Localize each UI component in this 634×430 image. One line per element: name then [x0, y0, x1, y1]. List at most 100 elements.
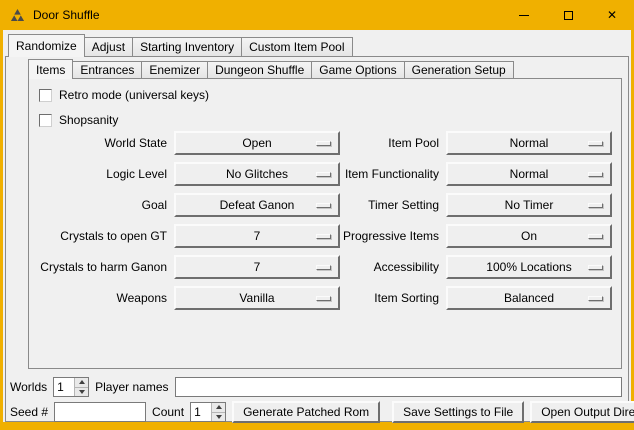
open-output-button[interactable]: Open Output Directory: [530, 401, 634, 423]
dropdown-indicator-icon: [588, 203, 603, 208]
weapons-dropdown[interactable]: Vanilla: [174, 286, 340, 310]
client-area: Randomize Adjust Starting Inventory Cust…: [3, 30, 631, 422]
dropdown-value: Defeat Ganon: [220, 198, 295, 212]
shopsanity-label: Shopsanity: [59, 113, 118, 127]
items-tab-panel: Retro mode (universal keys) Shopsanity W…: [28, 78, 622, 369]
dropdown-value: Normal: [510, 167, 549, 181]
tab-game-options[interactable]: Game Options: [311, 61, 404, 78]
timer-setting-dropdown[interactable]: No Timer: [446, 193, 612, 217]
spin-down-icon: [216, 415, 222, 419]
worlds-spin-input[interactable]: [54, 378, 74, 396]
world-state-label: World State: [29, 131, 167, 155]
worlds-spinbox[interactable]: [53, 377, 89, 397]
dropdown-indicator-icon: [588, 234, 603, 239]
retro-mode-checkbox[interactable]: Retro mode (universal keys): [39, 87, 209, 103]
titlebar: Door Shuffle ✕: [0, 0, 634, 30]
shopsanity-checkbox[interactable]: Shopsanity: [39, 112, 118, 128]
outer-tab-bar: Randomize Adjust Starting Inventory Cust…: [8, 34, 353, 56]
retro-mode-label: Retro mode (universal keys): [59, 88, 209, 102]
checkbox-box[interactable]: [39, 89, 52, 102]
progressive-items-dropdown[interactable]: On: [446, 224, 612, 248]
dropdown-indicator-icon: [316, 265, 331, 270]
tab-enemizer[interactable]: Enemizer: [141, 61, 208, 78]
tab-custom-item-pool[interactable]: Custom Item Pool: [241, 37, 352, 56]
dropdown-value: 7: [254, 229, 261, 243]
tab-adjust[interactable]: Adjust: [84, 37, 133, 56]
tab-dungeon-shuffle[interactable]: Dungeon Shuffle: [207, 61, 312, 78]
dropdown-value: Normal: [510, 136, 549, 150]
window: Door Shuffle ✕ Randomize Adjust Starting…: [0, 0, 634, 430]
dropdown-value: Vanilla: [239, 291, 274, 305]
minimize-icon: [519, 15, 529, 16]
item-functionality-label: Item Functionality: [347, 162, 439, 186]
dropdown-indicator-icon: [588, 141, 603, 146]
count-spin-up-button[interactable]: [212, 403, 225, 412]
settings-grid: World State Open Item Pool Normal Logic …: [29, 131, 612, 310]
player-names-label: Player names: [95, 380, 168, 394]
dropdown-value: On: [521, 229, 537, 243]
tab-generation-setup[interactable]: Generation Setup: [404, 61, 514, 78]
minimize-button[interactable]: [502, 0, 546, 30]
seed-row: Seed # Count Generate Patched Rom Save S…: [10, 401, 622, 423]
maximize-button[interactable]: [546, 0, 590, 30]
count-spinbox[interactable]: [190, 402, 226, 422]
dropdown-indicator-icon: [588, 265, 603, 270]
goal-label: Goal: [29, 193, 167, 217]
inner-tab-bar: Items Entrances Enemizer Dungeon Shuffle…: [28, 59, 514, 78]
spin-up-icon: [79, 380, 85, 384]
dropdown-value: 7: [254, 260, 261, 274]
randomize-tab-panel: Items Entrances Enemizer Dungeon Shuffle…: [5, 56, 629, 422]
spin-up-icon: [216, 405, 222, 409]
checkbox-box[interactable]: [39, 114, 52, 127]
save-settings-button[interactable]: Save Settings to File: [392, 401, 524, 423]
tab-randomize[interactable]: Randomize: [8, 34, 85, 57]
window-title: Door Shuffle: [33, 8, 100, 22]
dropdown-indicator-icon: [316, 172, 331, 177]
count-spin-down-button[interactable]: [212, 412, 225, 422]
tab-entrances[interactable]: Entrances: [72, 61, 142, 78]
count-label: Count: [152, 405, 184, 419]
dropdown-value: No Glitches: [226, 167, 288, 181]
accessibility-label: Accessibility: [347, 255, 439, 279]
item-functionality-dropdown[interactable]: Normal: [446, 162, 612, 186]
close-icon: ✕: [607, 9, 617, 21]
dropdown-value: Balanced: [504, 291, 554, 305]
worlds-spin-down-button[interactable]: [75, 387, 88, 397]
crystals-harm-ganon-dropdown[interactable]: 7: [174, 255, 340, 279]
worlds-label: Worlds: [10, 380, 47, 394]
dropdown-indicator-icon: [316, 141, 331, 146]
item-sorting-dropdown[interactable]: Balanced: [446, 286, 612, 310]
player-names-input[interactable]: [175, 377, 623, 397]
weapons-label: Weapons: [29, 286, 167, 310]
app-icon: [9, 7, 25, 23]
close-button[interactable]: ✕: [590, 0, 634, 30]
dropdown-indicator-icon: [316, 296, 331, 301]
dropdown-indicator-icon: [316, 234, 331, 239]
world-state-dropdown[interactable]: Open: [174, 131, 340, 155]
logic-level-label: Logic Level: [29, 162, 167, 186]
dropdown-value: Open: [242, 136, 271, 150]
logic-level-dropdown[interactable]: No Glitches: [174, 162, 340, 186]
seed-input[interactable]: [54, 402, 146, 422]
goal-dropdown[interactable]: Defeat Ganon: [174, 193, 340, 217]
timer-setting-label: Timer Setting: [347, 193, 439, 217]
spin-arrows: [74, 378, 88, 396]
crystals-harm-ganon-label: Crystals to harm Ganon: [29, 255, 167, 279]
item-pool-label: Item Pool: [347, 131, 439, 155]
crystals-open-gt-dropdown[interactable]: 7: [174, 224, 340, 248]
item-pool-dropdown[interactable]: Normal: [446, 131, 612, 155]
progressive-items-label: Progressive Items: [347, 224, 439, 248]
tab-starting-inventory[interactable]: Starting Inventory: [132, 37, 242, 56]
accessibility-dropdown[interactable]: 100% Locations: [446, 255, 612, 279]
generate-rom-button[interactable]: Generate Patched Rom: [232, 401, 380, 423]
spin-down-icon: [79, 390, 85, 394]
worlds-spin-up-button[interactable]: [75, 378, 88, 387]
dropdown-indicator-icon: [316, 203, 331, 208]
seed-label: Seed #: [10, 405, 48, 419]
item-sorting-label: Item Sorting: [347, 286, 439, 310]
crystals-open-gt-label: Crystals to open GT: [29, 224, 167, 248]
tab-items[interactable]: Items: [28, 59, 73, 79]
dropdown-indicator-icon: [588, 296, 603, 301]
dropdown-value: No Timer: [505, 198, 554, 212]
count-spin-input[interactable]: [191, 403, 211, 421]
